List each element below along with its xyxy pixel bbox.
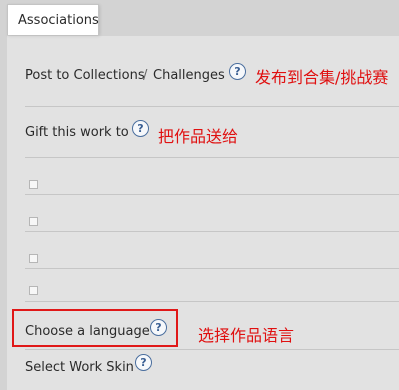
checkbox[interactable] — [29, 217, 38, 226]
annotation-collections: 发布到合集/挑战赛 — [255, 68, 389, 87]
checkbox[interactable] — [29, 254, 38, 263]
divider — [25, 231, 399, 232]
checkbox[interactable] — [29, 286, 38, 295]
divider — [25, 106, 399, 107]
divider — [25, 268, 399, 269]
challenges-label[interactable]: Challenges — [153, 68, 225, 83]
divider — [25, 157, 399, 158]
divider — [25, 194, 399, 195]
gift-work-label[interactable]: Gift this work to — [25, 125, 129, 140]
tab-associations[interactable]: Associations — [7, 4, 99, 35]
choose-language-label[interactable]: Choose a language — [25, 324, 150, 339]
help-icon[interactable]: ? — [135, 354, 152, 371]
help-icon[interactable]: ? — [150, 319, 167, 336]
annotation-language: 选择作品语言 — [198, 326, 295, 345]
checkbox[interactable] — [29, 180, 38, 189]
help-icon[interactable]: ? — [132, 120, 149, 137]
annotation-gift: 把作品送给 — [158, 127, 239, 146]
help-icon[interactable]: ? — [229, 63, 246, 80]
select-work-skin-label[interactable]: Select Work Skin — [25, 360, 134, 375]
collections-separator: / — [143, 68, 148, 83]
post-to-collections-label[interactable]: Post to Collections — [25, 68, 145, 83]
tab-associations-label: Associations — [18, 13, 99, 28]
divider — [25, 301, 399, 302]
divider — [25, 349, 399, 350]
